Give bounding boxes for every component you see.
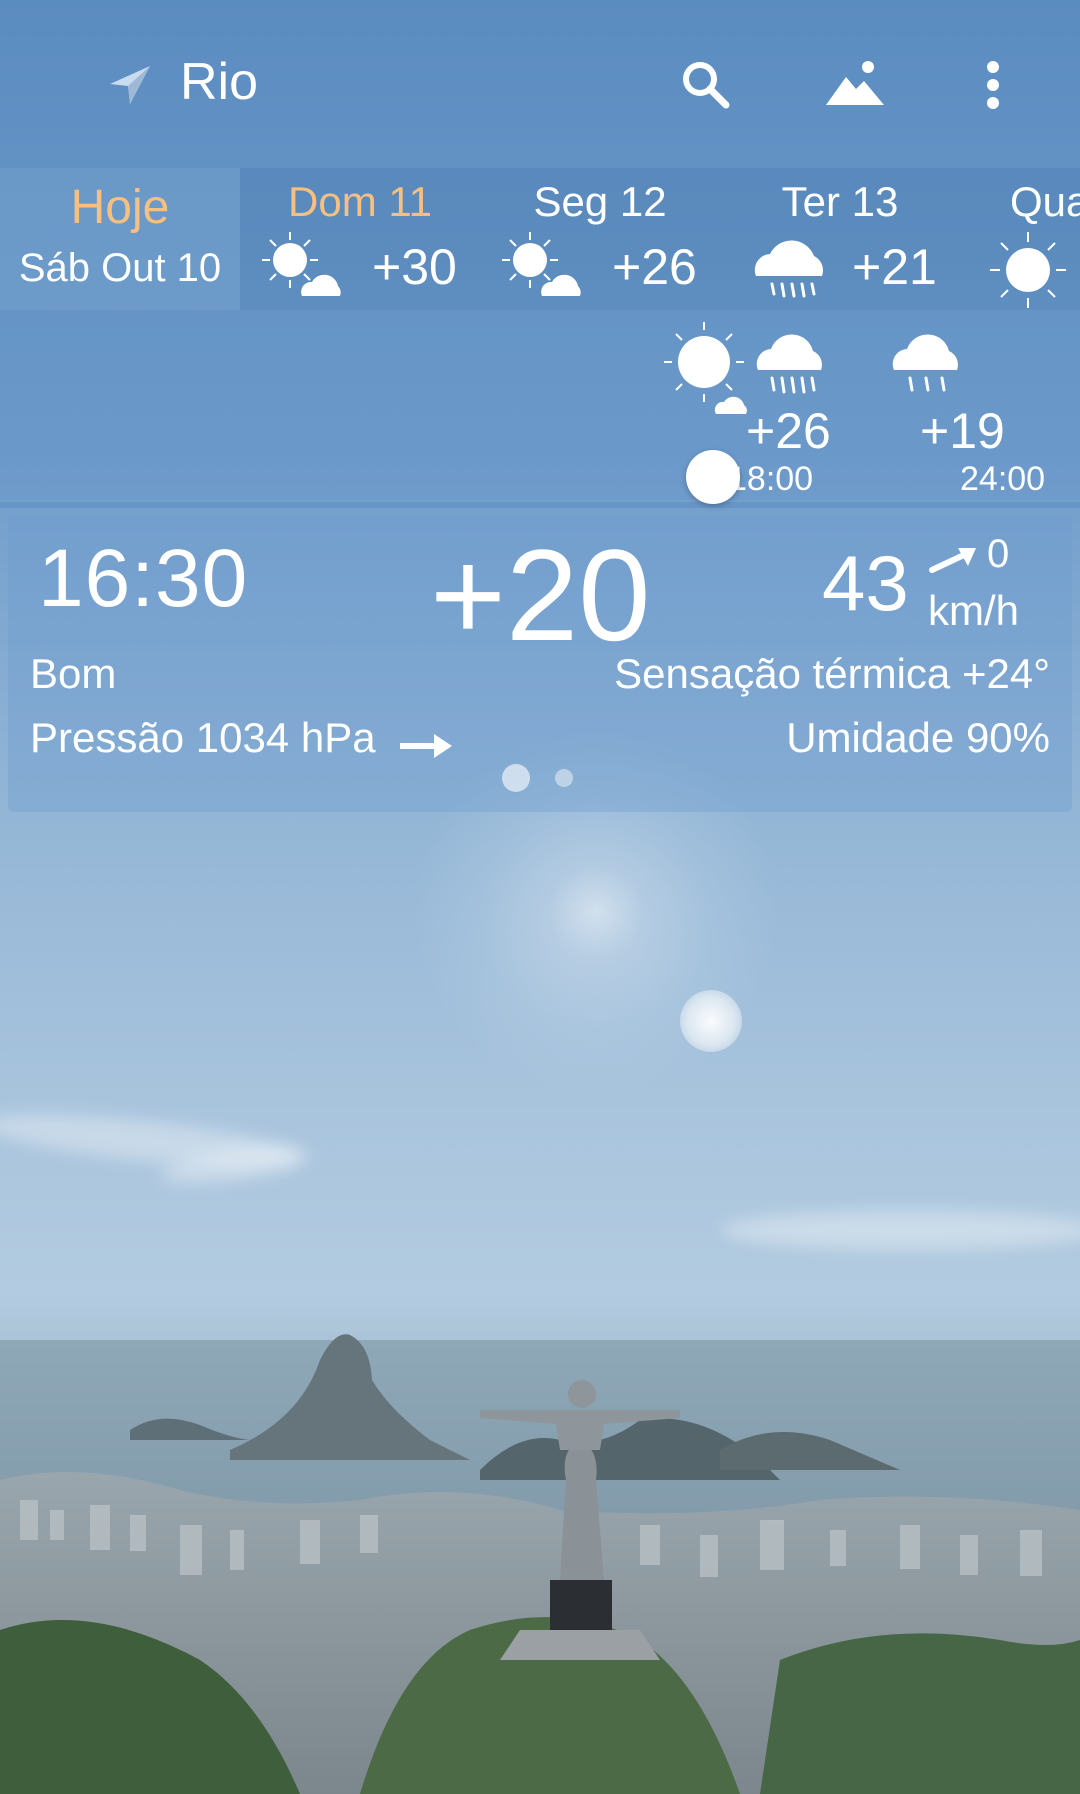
current-time: 16:30	[38, 533, 249, 624]
day-temp: +21	[852, 239, 937, 295]
wind-direction-arrow-icon	[929, 548, 976, 573]
sun-disc	[680, 990, 742, 1052]
cloud-wisp	[720, 1210, 1080, 1250]
rain-cloud-icon	[892, 334, 958, 392]
hourly-temp: +19	[920, 403, 1005, 459]
current-temp: +20	[430, 522, 651, 668]
day-today[interactable]: Hoje Sáb Out 10	[0, 168, 240, 310]
time-slider-handle[interactable]	[686, 450, 740, 504]
top-bar: Rio	[0, 0, 1080, 170]
day-temp: +26	[612, 239, 697, 295]
day-item[interactable]: Dom 11 +30	[240, 168, 480, 310]
pressure-trend-arrow-icon	[400, 734, 452, 758]
day-item[interactable]: Qua	[960, 168, 1080, 310]
daily-forecast-strip: Hoje Sáb Out 10 Dom 11 +30 Seg 12 +26 Te…	[0, 168, 1080, 310]
sun-cloud-icon	[502, 232, 581, 296]
timeline-track	[0, 502, 1080, 508]
more-vert-icon[interactable]	[978, 55, 1008, 115]
day-name: Hoje	[70, 181, 170, 234]
day-item[interactable]: Seg 12 +26	[480, 168, 720, 310]
day-item[interactable]: Ter 13 +21	[720, 168, 960, 310]
location-arrow-icon	[110, 66, 150, 104]
day-name: Dom 11	[288, 178, 432, 225]
city-name[interactable]: Rio	[180, 52, 258, 112]
pressure: Pressão 1034 hPa	[30, 714, 376, 761]
page-indicator-active[interactable]	[502, 764, 530, 792]
wind-value: 43	[822, 539, 909, 627]
background-landscape-illustration	[0, 1334, 1080, 1794]
sun-icon	[990, 232, 1066, 308]
search-icon[interactable]	[676, 55, 736, 115]
wind-speed: 0	[987, 532, 1010, 576]
day-name: Ter 13	[781, 178, 899, 225]
hourly-temp: +26	[746, 403, 831, 459]
day-name: Qua	[1010, 178, 1080, 225]
day-date: Sáb Out 10	[18, 246, 222, 290]
hourly-time: 18:00	[728, 460, 814, 498]
condition-text: Bom	[30, 650, 117, 697]
sun-cloud-icon	[262, 232, 341, 296]
day-temp: +30	[372, 239, 457, 295]
humidity: Umidade 90%	[786, 714, 1050, 761]
landscape-icon[interactable]	[824, 55, 886, 115]
feels-like: Sensação térmica +24°	[614, 650, 1050, 697]
hourly-time: 24:00	[960, 460, 1046, 498]
day-name: Seg 12	[533, 178, 667, 225]
wind-unit: km/h	[928, 587, 1020, 634]
rain-cloud-icon	[754, 240, 824, 298]
hourly-forecast: +26 18:00 +19 24:00	[0, 310, 1080, 500]
page-indicator[interactable]	[555, 769, 573, 787]
